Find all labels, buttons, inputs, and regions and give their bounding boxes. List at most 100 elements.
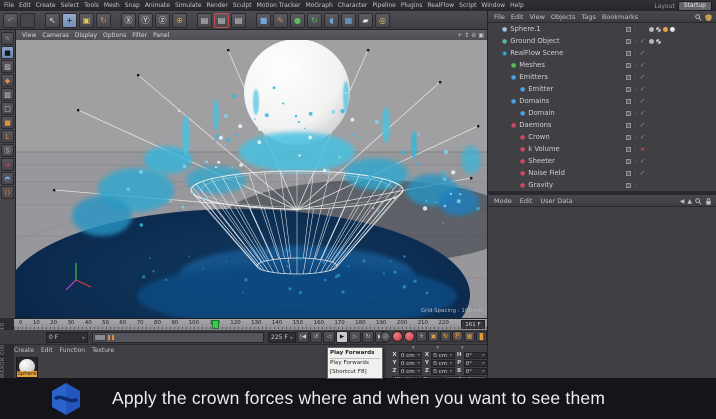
- menubar-item[interactable]: Motion Tracker: [257, 2, 301, 9]
- menubar-item[interactable]: Snap: [125, 2, 140, 9]
- coord-rotation-field[interactable]: 0°▸: [464, 352, 487, 359]
- goto-start-button[interactable]: |◀: [297, 331, 309, 343]
- object-label[interactable]: k Volume: [528, 145, 559, 153]
- zoom-view-icon[interactable]: ↕: [464, 32, 469, 39]
- viewport-3d[interactable]: Grid Spacing : 100 cm: [16, 40, 487, 318]
- viewport-menu-item[interactable]: Cameras: [42, 32, 69, 39]
- autokeying-toggle[interactable]: ▮: [476, 331, 487, 342]
- object-label[interactable]: Noise Field: [528, 169, 565, 177]
- axis-x-lock-icon[interactable]: Ⓧ: [121, 13, 136, 28]
- enable-state-icon[interactable]: ✓: [639, 121, 646, 129]
- editor-render-dots-icon[interactable]: :: [634, 182, 636, 189]
- edges-mode-icon[interactable]: □: [1, 102, 14, 115]
- menubar-item[interactable]: Script: [459, 2, 476, 9]
- attribute-manager-menu-item[interactable]: User Data: [540, 197, 572, 205]
- object-manager-menu-item[interactable]: View: [529, 13, 544, 21]
- editor-render-dots-icon[interactable]: :: [634, 74, 636, 81]
- points-mode-icon[interactable]: ▧: [1, 88, 14, 101]
- rotation-dropdown-icon[interactable]: ▾: [461, 345, 464, 351]
- menubar-item[interactable]: Pipeline: [372, 2, 395, 9]
- play-backwards-button[interactable]: ◁: [323, 331, 335, 343]
- cycle-button[interactable]: ↻: [362, 331, 374, 343]
- current-frame-marker[interactable]: [212, 320, 219, 329]
- keyframe-selection-button[interactable]: [404, 331, 415, 342]
- editor-render-dots-icon[interactable]: :: [634, 86, 636, 93]
- range-slider-handle[interactable]: [94, 334, 106, 341]
- object-manager-menu-item[interactable]: Edit: [511, 13, 524, 21]
- coord-position-field[interactable]: 0 cm▸: [399, 360, 422, 367]
- layer-checkbox[interactable]: [626, 135, 631, 140]
- record-position-button[interactable]: +: [416, 331, 427, 342]
- stepper-icon[interactable]: ▸: [82, 335, 85, 341]
- object-label[interactable]: Domain: [528, 109, 554, 117]
- polygons-mode-icon[interactable]: ■: [1, 116, 14, 129]
- coord-rotation-field[interactable]: 0°▸: [464, 368, 487, 375]
- layer-checkbox[interactable]: [626, 123, 631, 128]
- scale-tool-icon[interactable]: ▣: [79, 13, 94, 28]
- attribute-manager-menu-item[interactable]: Edit: [520, 197, 533, 205]
- object-label[interactable]: Meshes: [519, 61, 545, 69]
- object-row[interactable]: ● Emitters : ✓: [488, 71, 716, 83]
- viewport-menu-item[interactable]: Filter: [132, 32, 147, 39]
- coord-size-field[interactable]: 0 cm▸: [431, 368, 454, 375]
- viewport-menu-item[interactable]: View: [22, 32, 36, 39]
- menubar-item[interactable]: Edit: [19, 2, 31, 9]
- menubar-item[interactable]: Plugins: [401, 2, 423, 9]
- workplane-icon[interactable]: ◆: [1, 74, 14, 87]
- sphere-primitive-icon[interactable]: ●: [290, 13, 305, 28]
- enable-state-icon[interactable]: ✓: [639, 73, 646, 81]
- enable-state-icon[interactable]: ✓: [639, 37, 646, 45]
- camera-icon[interactable]: ▰: [358, 13, 373, 28]
- coord-size-field[interactable]: 0 cm▸: [431, 352, 454, 359]
- menubar-item[interactable]: Tools: [84, 2, 99, 9]
- undo-icon[interactable]: ↶: [3, 13, 18, 28]
- layer-checkbox[interactable]: [626, 39, 631, 44]
- timeline-end-field[interactable]: 161 F: [461, 320, 485, 329]
- viewport-menu-item[interactable]: Panel: [153, 32, 169, 39]
- timeline-ruler[interactable]: 0102030405060708090100110120130140150160…: [14, 318, 487, 330]
- object-row[interactable]: ● Emitter : ✓: [488, 83, 716, 95]
- object-manager-menu-item[interactable]: Bookmarks: [602, 13, 638, 21]
- enable-state-icon[interactable]: ✓: [639, 85, 646, 93]
- menubar-item[interactable]: RealFlow: [427, 2, 454, 9]
- layer-checkbox[interactable]: [626, 111, 631, 116]
- stepper-icon[interactable]: ▸: [290, 335, 293, 341]
- viewport-menu-item[interactable]: Display: [75, 32, 97, 39]
- layer-checkbox[interactable]: [626, 171, 631, 176]
- material-name-label[interactable]: Sphere: [17, 371, 37, 377]
- viewport-menu-item[interactable]: Options: [103, 32, 126, 39]
- object-label[interactable]: Sheeter: [528, 157, 555, 165]
- coord-size-field[interactable]: 0 cm▸: [431, 360, 454, 367]
- editor-render-dots-icon[interactable]: :: [634, 146, 636, 153]
- object-label[interactable]: Emitter: [528, 85, 553, 93]
- object-row[interactable]: ● Daemons : ✓: [488, 119, 716, 131]
- coord-position-field[interactable]: 0 cm▸: [399, 368, 422, 375]
- editor-render-dots-icon[interactable]: :: [634, 38, 636, 45]
- enable-state-icon[interactable]: ✓: [639, 169, 646, 177]
- object-label[interactable]: Gravity: [528, 181, 553, 189]
- object-label[interactable]: Ground Object: [510, 37, 559, 45]
- layout-value-dropdown[interactable]: Startup: [678, 1, 712, 11]
- light-icon[interactable]: ◎: [375, 13, 390, 28]
- menubar-item[interactable]: Window: [481, 2, 505, 9]
- layer-checkbox[interactable]: [626, 63, 631, 68]
- record-parameter-button[interactable]: Ⓟ: [452, 331, 463, 342]
- object-label[interactable]: Crown: [528, 133, 549, 141]
- record-pla-button[interactable]: ▦: [464, 331, 475, 342]
- enable-state-icon[interactable]: ✓: [639, 97, 646, 105]
- pen-tool-icon[interactable]: ✎: [273, 13, 288, 28]
- material-thumbnail[interactable]: Sphere: [16, 357, 38, 378]
- filter-shield-icon[interactable]: [705, 14, 712, 21]
- object-row[interactable]: ● Domain : ✓: [488, 107, 716, 119]
- object-label[interactable]: Emitters: [519, 73, 548, 81]
- material-menu-item[interactable]: Texture: [92, 347, 114, 354]
- spline-icon[interactable]: L: [1, 130, 14, 143]
- tag-icons[interactable]: [649, 39, 661, 44]
- object-label[interactable]: Daemons: [519, 121, 551, 129]
- object-label[interactable]: Domains: [519, 97, 549, 105]
- object-row[interactable]: ● Domains : ✓: [488, 95, 716, 107]
- move-tool-icon[interactable]: +: [62, 13, 77, 28]
- object-row[interactable]: ● Meshes : ✓: [488, 59, 716, 71]
- material-menu-item[interactable]: Create: [14, 347, 34, 354]
- editor-render-dots-icon[interactable]: :: [634, 122, 636, 129]
